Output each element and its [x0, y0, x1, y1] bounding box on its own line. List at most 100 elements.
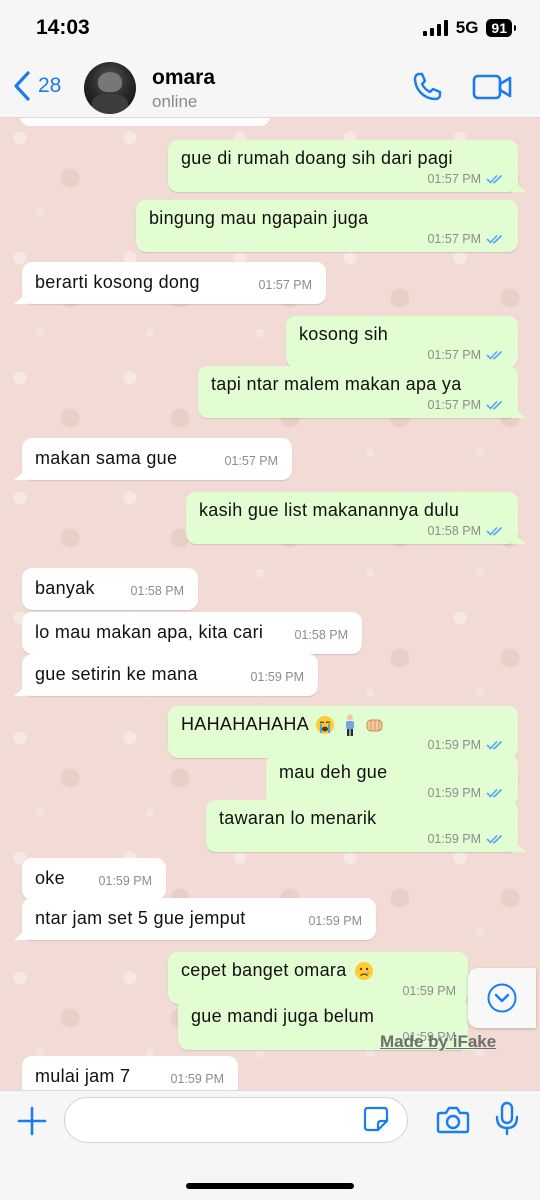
message-meta: 01:59 PM — [427, 786, 506, 800]
battery-icon: 91 — [486, 19, 516, 37]
sad-tear-face-icon — [354, 962, 373, 981]
message-text: makan sama gue — [35, 448, 178, 468]
message-meta: 01:59 PM — [402, 984, 456, 998]
message-meta: 01:59 PM — [427, 832, 506, 846]
message-time: 01:58 PM — [130, 584, 184, 598]
message-time: 01:58 PM — [427, 524, 481, 538]
home-indicator — [186, 1183, 354, 1189]
message-text: gue mandi juga belum — [191, 1006, 375, 1026]
sticker-icon — [363, 1106, 389, 1132]
plus-icon — [17, 1106, 47, 1136]
message-text: bingung mau ngapain juga — [149, 208, 369, 228]
chat-area[interactable]: gue di rumah doang sih dari pagi 01:57 P… — [0, 118, 540, 1090]
message-time: 01:57 PM — [224, 454, 278, 468]
message-text: lo mau makan apa, kita cari — [35, 622, 264, 642]
fist-bump-icon — [366, 719, 383, 732]
message-meta: 01:57 PM — [427, 348, 506, 362]
double-check-icon — [486, 788, 503, 798]
camera-icon — [436, 1106, 470, 1134]
scroll-to-bottom-button[interactable] — [468, 968, 536, 1028]
message-meta: 01:59 PM — [308, 914, 362, 928]
outgoing-message[interactable]: cepet banget omara 01:59 PM — [168, 952, 468, 1004]
sticker-button[interactable] — [362, 1105, 390, 1138]
message-time: 01:59 PM — [402, 984, 456, 998]
message-meta: 01:58 PM — [130, 584, 184, 598]
incoming-message[interactable]: banyak 01:58 PM — [22, 568, 198, 610]
double-check-icon — [486, 350, 503, 360]
microphone-button[interactable] — [494, 1101, 520, 1142]
double-check-icon — [486, 400, 503, 410]
watermark: Made by iFake — [380, 1032, 497, 1051]
message-time: 01:58 PM — [294, 628, 348, 642]
avatar[interactable] — [84, 62, 136, 114]
person-standing-icon — [345, 714, 354, 737]
message-text: kosong sih — [299, 324, 389, 344]
message-time: 01:59 PM — [427, 832, 481, 846]
attach-button[interactable] — [16, 1105, 48, 1142]
message-text: ntar jam set 5 gue jemput — [35, 908, 246, 928]
message-time: 01:59 PM — [308, 914, 362, 928]
network-type: 5G — [455, 18, 479, 37]
camera-button[interactable] — [436, 1105, 470, 1140]
status-time: 14:03 — [36, 16, 90, 39]
message-time: 01:59 PM — [98, 874, 152, 888]
outgoing-message[interactable]: bingung mau ngapain juga 01:57 PM — [136, 200, 518, 252]
back-button[interactable]: 28 — [12, 70, 61, 102]
status-bar: 14:03 5G 91 — [0, 0, 540, 58]
outgoing-message[interactable]: kasih gue list makanannya dulu 01:58 PM — [186, 492, 526, 544]
outgoing-message[interactable]: mau deh gue 01:59 PM — [266, 754, 518, 806]
incoming-message[interactable]: lo mau makan apa, kita cari 01:58 PM — [22, 612, 362, 654]
signal-icon — [422, 20, 448, 36]
message-text: mulai jam 7 — [35, 1066, 131, 1086]
message-text-content: HAHAHAHAHA — [181, 714, 309, 734]
incoming-message[interactable]: ntar jam set 5 gue jemput 01:59 PM — [14, 898, 376, 940]
double-check-icon — [486, 526, 503, 536]
message-text: gue di rumah doang sih dari pagi — [181, 148, 453, 168]
video-call-button[interactable] — [472, 72, 512, 107]
incoming-message[interactable]: berarti kosong dong 01:57 PM — [14, 262, 326, 304]
message-meta: 01:57 PM — [224, 454, 278, 468]
message-meta: 01:57 PM — [258, 278, 312, 292]
message-meta: 01:57 PM — [427, 398, 506, 412]
message-text: tawaran lo menarik — [219, 808, 377, 828]
outgoing-message[interactable]: HAHAHAHAHA 01:59 PM — [168, 706, 518, 758]
double-check-icon — [486, 174, 503, 184]
message-time: 01:57 PM — [427, 348, 481, 362]
message-meta: 01:59 PM — [170, 1072, 224, 1086]
loudly-crying-face-icon — [316, 716, 335, 735]
message-time: 01:57 PM — [427, 232, 481, 246]
message-text: tapi ntar malem makan apa ya — [211, 374, 462, 394]
contact-name[interactable]: omara — [152, 66, 215, 90]
message-time: 01:59 PM — [427, 786, 481, 800]
incoming-message[interactable]: makan sama gue 01:57 PM — [14, 438, 292, 480]
message-composer — [0, 1090, 540, 1200]
incoming-message[interactable]: gue setirin ke mana 01:59 PM — [14, 654, 318, 696]
call-button[interactable] — [410, 70, 444, 109]
chevron-left-icon — [14, 71, 30, 101]
double-check-icon — [486, 740, 503, 750]
incoming-message[interactable]: mulai jam 7 01:59 PM — [22, 1056, 238, 1090]
message-input[interactable] — [64, 1097, 408, 1143]
message-text: oke — [35, 868, 65, 888]
outgoing-message[interactable]: gue di rumah doang sih dari pagi 01:57 P… — [168, 140, 526, 192]
message-time: 01:57 PM — [427, 172, 481, 186]
outgoing-message[interactable]: tapi ntar malem makan apa ya 01:57 PM — [198, 366, 526, 418]
incoming-message[interactable]: oke 01:59 PM — [22, 858, 166, 900]
status-indicators: 5G 91 — [422, 18, 516, 38]
message-meta: 01:59 PM — [250, 670, 304, 684]
message-meta: 01:58 PM — [427, 524, 506, 538]
message-text: cepet banget omara — [181, 960, 374, 981]
outgoing-message[interactable]: kosong sih 01:57 PM — [286, 316, 518, 368]
message-text-content: cepet banget omara — [181, 960, 347, 980]
message-text: gue setirin ke mana — [35, 664, 198, 684]
message-text: HAHAHAHAHA — [181, 714, 386, 737]
message-meta: 01:59 PM — [427, 738, 506, 752]
chat-header: 28 omara online — [0, 58, 540, 118]
message-text: mau deh gue — [279, 762, 388, 782]
message-meta: 01:57 PM — [427, 172, 506, 186]
message-text: banyak — [35, 578, 95, 598]
contact-status: online — [152, 92, 198, 111]
video-camera-icon — [472, 74, 512, 100]
outgoing-message[interactable]: tawaran lo menarik 01:59 PM — [206, 800, 526, 852]
double-check-icon — [486, 834, 503, 844]
